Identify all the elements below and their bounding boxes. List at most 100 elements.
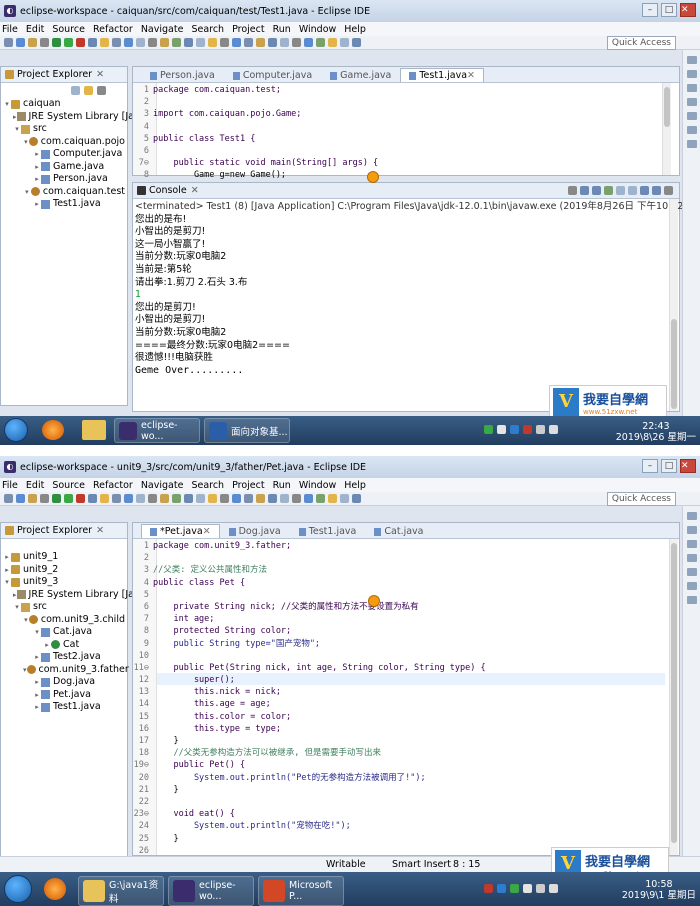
start-button[interactable] bbox=[4, 875, 32, 903]
menu-run[interactable]: Run bbox=[273, 480, 291, 491]
declaration-icon[interactable] bbox=[686, 582, 697, 590]
toolbar-tool-icon[interactable] bbox=[316, 494, 325, 503]
toolbar-tool-icon[interactable] bbox=[64, 38, 73, 47]
editor-tab[interactable]: Game.java bbox=[321, 68, 400, 82]
toolbar-tool-icon[interactable] bbox=[304, 38, 313, 47]
toolbar-tool-icon[interactable] bbox=[184, 494, 193, 503]
outline-icon[interactable] bbox=[686, 70, 697, 78]
toolbar-tool-icon[interactable] bbox=[340, 38, 349, 47]
tree-item[interactable]: ▾ com.unit9_3.child bbox=[3, 614, 125, 627]
tree-item[interactable]: ▾ unit9_3 bbox=[3, 576, 125, 589]
perspective-icon[interactable] bbox=[686, 512, 697, 520]
scroll-lock-icon[interactable] bbox=[604, 186, 613, 195]
menu-edit[interactable]: Edit bbox=[26, 480, 44, 491]
tree-item[interactable]: ▾ com.caiquan.test bbox=[3, 186, 125, 199]
close-tab-icon[interactable]: ✕ bbox=[467, 70, 475, 81]
taskbar-eclipse-button[interactable]: eclipse-wo... bbox=[114, 418, 200, 443]
tree-item[interactable]: ▸ Test1.java bbox=[3, 198, 125, 211]
menu-source[interactable]: Source bbox=[52, 480, 85, 491]
javadoc-icon[interactable] bbox=[686, 112, 697, 120]
menu-edit[interactable]: Edit bbox=[26, 24, 44, 35]
system-clock[interactable]: 22:43 2019\8\26 星期一 bbox=[616, 421, 696, 443]
system-clock[interactable]: 10:58 2019\9\1 星期日 bbox=[622, 879, 696, 901]
toolbar-tool-icon[interactable] bbox=[352, 38, 361, 47]
collapsed-arrow-icon[interactable]: ▸ bbox=[33, 148, 41, 161]
collapsed-arrow-icon[interactable]: ▸ bbox=[43, 639, 51, 652]
toolbar-tool-icon[interactable] bbox=[340, 494, 349, 503]
restore-icon[interactable] bbox=[686, 140, 697, 148]
toolbar-tool-icon[interactable] bbox=[244, 494, 253, 503]
toolbar-tool-icon[interactable] bbox=[100, 38, 109, 47]
toolbar-tool-icon[interactable] bbox=[112, 494, 121, 503]
tree-item[interactable]: ▸ Test1.java bbox=[3, 701, 125, 714]
project-explorer-title[interactable]: Project Explorer bbox=[17, 69, 92, 80]
toolbar-tool-icon[interactable] bbox=[172, 494, 181, 503]
code-editor[interactable]: 1 package com.caiquan.test; 2 3 import com.c… bbox=[133, 84, 679, 182]
editor-tab[interactable]: Test1.java ✕ bbox=[400, 68, 485, 82]
close-tab-icon[interactable]: ✕ bbox=[203, 526, 211, 537]
toolbar-tool-icon[interactable] bbox=[292, 494, 301, 503]
toolbar-tool-icon[interactable] bbox=[160, 494, 169, 503]
tree-item[interactable]: ▸ Dog.java bbox=[3, 676, 125, 689]
close-button[interactable]: ✕ bbox=[680, 459, 696, 473]
word-wrap-icon[interactable] bbox=[616, 186, 625, 195]
tree-item[interactable]: ▾ src bbox=[3, 601, 125, 614]
close-view-icon[interactable]: ✕ bbox=[96, 525, 104, 536]
toolbar-tool-icon[interactable] bbox=[16, 38, 25, 47]
taskbar-powerpoint-button[interactable]: Microsoft P... bbox=[258, 876, 344, 906]
editor-tab[interactable]: Dog.java bbox=[220, 524, 290, 538]
declaration-icon[interactable] bbox=[686, 126, 697, 134]
tree-item[interactable]: ▾ com.unit9_3.father bbox=[3, 664, 129, 677]
menu-navigate[interactable]: Navigate bbox=[141, 480, 184, 491]
toolbar-tool-icon[interactable] bbox=[352, 494, 361, 503]
restore-icon[interactable] bbox=[686, 596, 697, 604]
menu-window[interactable]: Window bbox=[299, 24, 336, 35]
menu-search[interactable]: Search bbox=[191, 480, 224, 491]
editor-tab[interactable]: Test1.java bbox=[290, 524, 366, 538]
toolbar-tool-icon[interactable] bbox=[268, 494, 277, 503]
open-console-icon[interactable] bbox=[652, 186, 661, 195]
collapsed-arrow-icon[interactable]: ▸ bbox=[33, 676, 41, 689]
taskbar-word-button[interactable]: 面向对象基... bbox=[204, 418, 290, 443]
quick-access-field[interactable]: Quick Access bbox=[606, 36, 676, 50]
toolbar-tool-icon[interactable] bbox=[280, 494, 289, 503]
toolbar-tool-icon[interactable] bbox=[160, 38, 169, 47]
close-view-icon[interactable]: ✕ bbox=[96, 69, 104, 80]
network-icon[interactable] bbox=[536, 884, 545, 893]
toolbar-tool-icon[interactable] bbox=[232, 494, 241, 503]
expanded-arrow-icon[interactable]: ▾ bbox=[23, 664, 27, 677]
editor-tab[interactable]: Computer.java bbox=[224, 68, 321, 82]
tree-item[interactable]: ▸ JRE System Library [Java bbox=[3, 589, 145, 602]
tree-item[interactable]: ▸ Person.java bbox=[3, 173, 125, 186]
menu-search[interactable]: Search bbox=[191, 24, 224, 35]
tray-icon[interactable] bbox=[497, 425, 506, 434]
toolbar-tool-icon[interactable] bbox=[292, 38, 301, 47]
toolbar-tool-icon[interactable] bbox=[172, 38, 181, 47]
menu-help[interactable]: Help bbox=[344, 480, 366, 491]
minimize-button[interactable]: – bbox=[642, 459, 658, 473]
menu-file[interactable]: File bbox=[2, 24, 18, 35]
tree-item[interactable]: ▸ Computer.java bbox=[3, 148, 125, 161]
tray-icon[interactable] bbox=[484, 425, 493, 434]
tree-item[interactable]: ▸ JRE System Library [Java bbox=[3, 111, 145, 124]
quick-access-field[interactable]: Quick Access bbox=[606, 492, 676, 506]
toolbar-tool-icon[interactable] bbox=[328, 38, 337, 47]
toolbar-tool-icon[interactable] bbox=[100, 494, 109, 503]
menu-source[interactable]: Source bbox=[52, 24, 85, 35]
menu-refactor[interactable]: Refactor bbox=[93, 480, 133, 491]
volume-icon[interactable] bbox=[549, 425, 558, 434]
toolbar-tool-icon[interactable] bbox=[88, 38, 97, 47]
collapsed-arrow-icon[interactable]: ▸ bbox=[33, 173, 41, 186]
toolbar-tool-icon[interactable] bbox=[52, 494, 61, 503]
console-scrollbar[interactable] bbox=[669, 199, 678, 411]
menu-navigate[interactable]: Navigate bbox=[141, 24, 184, 35]
tree-item[interactable]: ▾ caiquan bbox=[3, 98, 125, 111]
collapse-all-icon[interactable] bbox=[71, 85, 80, 95]
toolbar-tool-icon[interactable] bbox=[256, 38, 265, 47]
remove-launch-icon[interactable] bbox=[580, 186, 589, 195]
menu-run[interactable]: Run bbox=[273, 24, 291, 35]
javadoc-icon[interactable] bbox=[686, 568, 697, 576]
tray-icon[interactable] bbox=[497, 884, 506, 893]
toolbar-tool-icon[interactable] bbox=[220, 38, 229, 47]
expanded-arrow-icon[interactable]: ▾ bbox=[33, 626, 41, 639]
